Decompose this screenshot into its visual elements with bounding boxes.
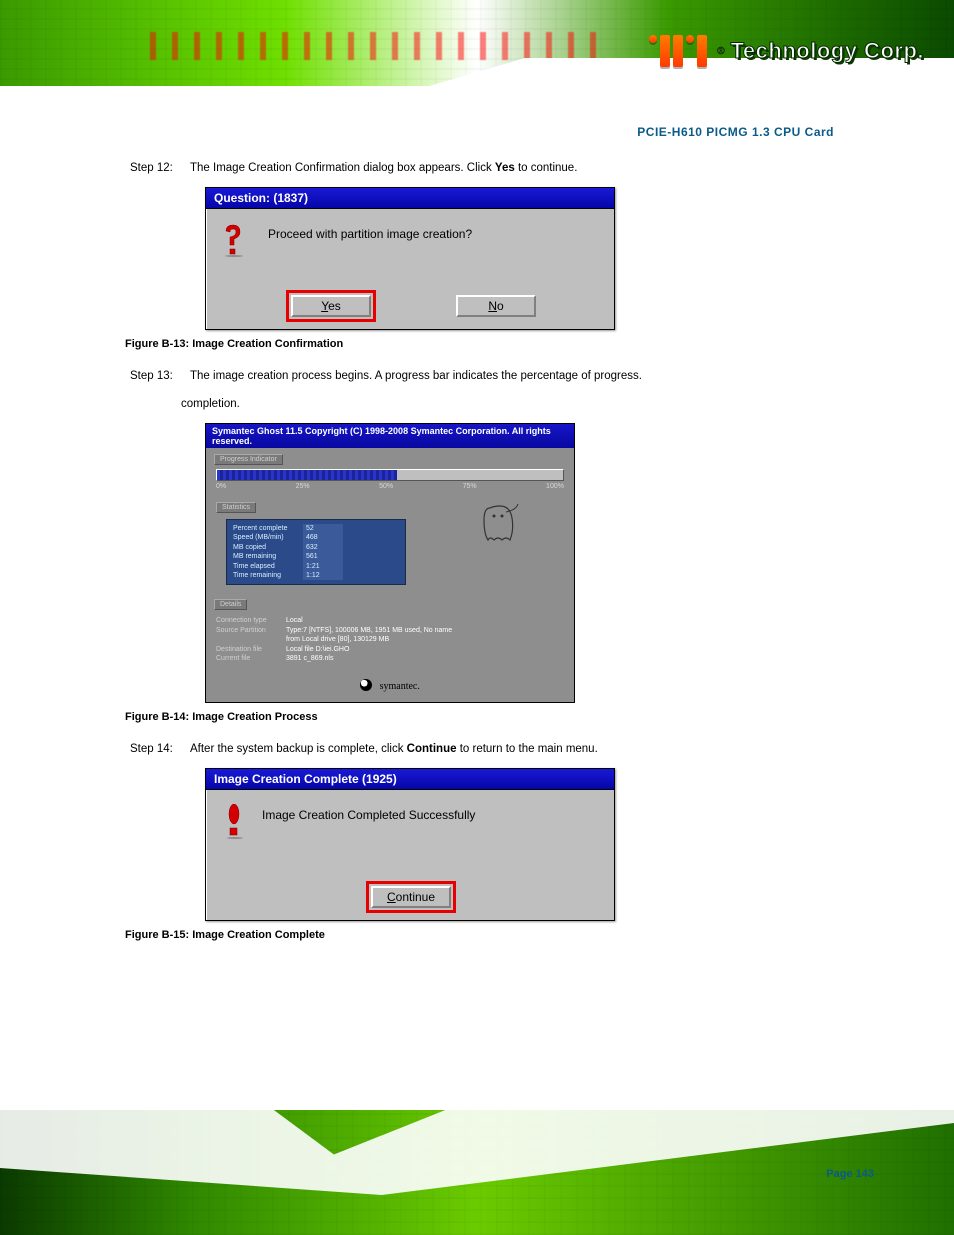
stat-row: Time elapsed1:21 <box>233 562 399 571</box>
figure-b15: Image Creation Complete (1925) Image Cre… <box>205 768 854 921</box>
step-12-text: The Image Creation Confirmation dialog b… <box>190 160 854 177</box>
detail-row: Connection typeLocal <box>216 616 564 625</box>
product-title: PCIE-H610 PICMG 1.3 CPU Card <box>637 125 834 139</box>
page-content: Step 12: The Image Creation Confirmation… <box>125 160 854 959</box>
progress-indicator-label: Progress Indicator <box>214 454 283 465</box>
ghost-mascot <box>436 496 564 548</box>
stat-row: Speed (MB/min)468 <box>233 533 399 542</box>
brand-block: ® Technology Corp. <box>649 35 924 67</box>
stat-row: Time remaining1:12 <box>233 571 399 580</box>
step-13-cont: completion. <box>125 396 854 413</box>
continue-button-first: C <box>387 890 396 904</box>
details-panel: Connection typeLocalSource PartitionType… <box>216 616 564 663</box>
step-13-text: The image creation process begins. A pro… <box>190 368 854 385</box>
symantec-footer: symantec. <box>206 672 574 702</box>
figure-b13: Question: (1837) Proceed with partition … <box>205 187 854 330</box>
stat-row: Percent complete52 <box>233 524 399 533</box>
continue-button[interactable]: Continue <box>371 886 451 908</box>
detail-row: Source PartitionType:7 [NTFS], 100006 MB… <box>216 626 564 635</box>
ghost-icon <box>476 500 524 548</box>
complete-dialog-title: Image Creation Complete (1925) <box>206 769 614 790</box>
ghost-window-title: Symantec Ghost 11.5 Copyright (C) 1998-2… <box>206 424 574 448</box>
step-12-label: Step 12: <box>125 160 180 177</box>
no-button[interactable]: No <box>456 295 536 317</box>
step-14-suffix: to return to the main menu. <box>460 743 598 755</box>
question-dialog-message: Proceed with partition image creation? <box>268 227 472 241</box>
page-number: Page 143 <box>826 1168 874 1180</box>
complete-dialog: Image Creation Complete (1925) Image Cre… <box>205 768 615 921</box>
question-dialog-body: Proceed with partition image creation? Y… <box>206 209 614 329</box>
step-12-suffix: to continue. <box>518 162 577 174</box>
progress-bar <box>216 469 564 481</box>
step-14-text: After the system backup is complete, cli… <box>190 741 854 758</box>
header-swoosh <box>0 58 954 120</box>
iei-logo-icon <box>649 35 711 67</box>
step-13: Step 13: The image creation process begi… <box>125 368 854 385</box>
figure-b13-caption: Figure B-13: Image Creation Confirmation <box>125 338 854 350</box>
step-14-bold: Continue <box>407 743 457 755</box>
statistics-panel: Percent complete52Speed (MB/min)468MB co… <box>226 519 406 586</box>
figure-b14: Symantec Ghost 11.5 Copyright (C) 1998-2… <box>205 423 854 703</box>
detail-row: Current file3891 c_869.nls <box>216 654 564 663</box>
tick-50: 50% <box>379 483 393 490</box>
brand-name: Technology Corp. <box>731 38 924 64</box>
step-14: Step 14: After the system backup is comp… <box>125 741 854 758</box>
detail-row: Destination fileLocal file D:\iei.GHO <box>216 645 564 654</box>
question-mark-icon <box>220 223 246 257</box>
stat-row: MB remaining561 <box>233 552 399 561</box>
tick-0: 0% <box>216 483 226 490</box>
symantec-yin-yang-icon <box>360 679 372 691</box>
tick-100: 100% <box>546 483 564 490</box>
footer-swoosh <box>0 1110 954 1195</box>
complete-dialog-message: Image Creation Completed Successfully <box>262 808 475 822</box>
question-dialog: Question: (1837) Proceed with partition … <box>205 187 615 330</box>
step-14-label: Step 14: <box>125 741 180 758</box>
progress-bar-fill <box>217 470 397 480</box>
tick-25: 25% <box>296 483 310 490</box>
no-button-label-rest: o <box>497 299 504 313</box>
step-13-label: Step 13: <box>125 368 180 385</box>
stat-row: MB copied632 <box>233 543 399 552</box>
continue-button-rest: ontinue <box>396 890 435 904</box>
statistics-label: Statistics <box>216 502 256 513</box>
detail-row: from Local drive [80], 130129 MB <box>216 635 564 644</box>
yes-button[interactable]: Yes <box>291 295 371 317</box>
step-12-prefix: The Image Creation Confirmation dialog b… <box>190 162 495 174</box>
exclamation-icon <box>224 804 244 840</box>
figure-b15-caption: Figure B-15: Image Creation Complete <box>125 929 854 941</box>
no-button-label-first: N <box>488 299 497 313</box>
tick-75: 75% <box>463 483 477 490</box>
header-decorative-dots <box>150 32 604 60</box>
step-12-bold: Yes <box>495 162 515 174</box>
registered-mark: ® <box>717 46 724 57</box>
question-dialog-title: Question: (1837) <box>206 188 614 209</box>
ghost-progress-window: Symantec Ghost 11.5 Copyright (C) 1998-2… <box>205 423 575 703</box>
symantec-label: symantec. <box>380 681 420 692</box>
step-12: Step 12: The Image Creation Confirmation… <box>125 160 854 177</box>
progress-ticks: 0% 25% 50% 75% 100% <box>216 483 564 490</box>
figure-b14-caption: Figure B-14: Image Creation Process <box>125 711 854 723</box>
step-14-prefix: After the system backup is complete, cli… <box>190 743 407 755</box>
page-footer-band <box>0 1110 954 1235</box>
yes-button-label-rest: es <box>328 299 341 313</box>
complete-dialog-body: Image Creation Completed Successfully Co… <box>206 790 614 920</box>
details-label: Details <box>214 599 247 610</box>
